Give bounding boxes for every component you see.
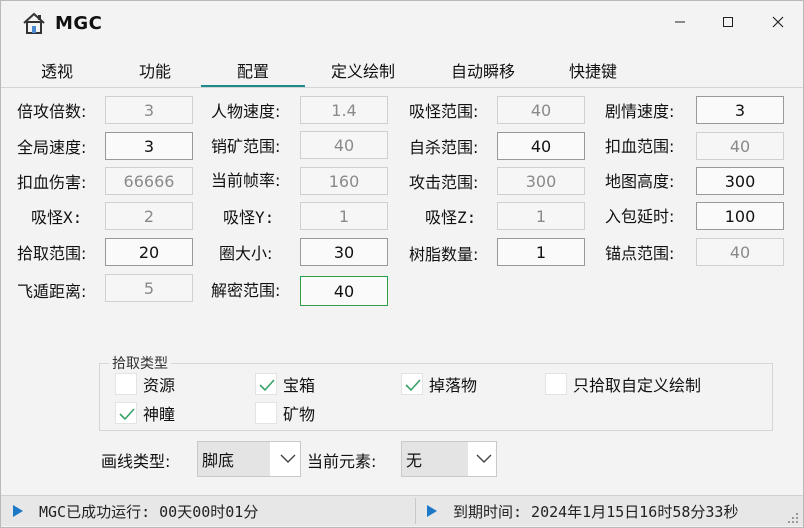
story-speed-field[interactable]: 3 bbox=[696, 96, 784, 124]
tab-perspective[interactable]: 透视 bbox=[5, 55, 109, 85]
global-speed-label: 全局速度: bbox=[17, 138, 87, 157]
pull-range-label: 吸怪范围: bbox=[409, 102, 479, 121]
drops-checkbox[interactable] bbox=[401, 373, 423, 395]
check-icon bbox=[259, 379, 275, 392]
ore-checkbox[interactable] bbox=[255, 402, 277, 424]
tab-auto-teleport[interactable]: 自动瞬移 bbox=[431, 55, 535, 85]
close-icon bbox=[772, 16, 784, 28]
pull-y-label: 吸怪Y: bbox=[223, 208, 275, 227]
pull-z-field[interactable]: 1 bbox=[497, 202, 585, 230]
minimize-icon bbox=[675, 21, 685, 23]
close-button[interactable] bbox=[761, 9, 795, 35]
tab-bar: 透视 功能 配置 定义绘制 自动瞬移 快捷键 bbox=[1, 55, 803, 88]
home-icon bbox=[23, 12, 45, 34]
current-element-value: 无 bbox=[402, 442, 468, 476]
chevron-down-icon bbox=[476, 454, 492, 463]
attack-range-label: 攻击范围: bbox=[409, 173, 479, 192]
resin-count-field[interactable]: 1 bbox=[497, 238, 585, 266]
blood-damage-field[interactable]: 66666 bbox=[105, 167, 193, 195]
attack-multiplier-label: 倍攻倍数: bbox=[17, 102, 87, 121]
resources-label: 资源 bbox=[143, 376, 176, 395]
story-speed-label: 剧情速度: bbox=[605, 102, 675, 121]
map-height-label: 地图高度: bbox=[605, 172, 675, 191]
pull-range-field[interactable]: 40 bbox=[497, 96, 585, 124]
status-bar: MGC已成功运行: 00天00时01分 到期时间: 2024年1月15日16时5… bbox=[1, 495, 803, 526]
mine-range-field[interactable]: 40 bbox=[300, 131, 388, 159]
circle-size-label: 圈大小: bbox=[219, 244, 273, 263]
pack-delay-field[interactable]: 100 bbox=[696, 202, 784, 230]
resin-count-label: 树脂数量: bbox=[409, 245, 479, 264]
resources-checkbox[interactable] bbox=[115, 373, 137, 395]
check-icon bbox=[119, 408, 135, 421]
character-speed-field[interactable]: 1.4 bbox=[300, 96, 388, 124]
character-speed-label: 人物速度: bbox=[211, 102, 281, 121]
blood-range-field[interactable]: 40 bbox=[696, 132, 784, 160]
suicide-range-label: 自杀范围: bbox=[409, 138, 479, 157]
drops-label: 掉落物 bbox=[429, 376, 478, 395]
ore-label: 矿物 bbox=[283, 405, 316, 424]
oculus-checkbox[interactable] bbox=[115, 402, 137, 424]
pickup-type-title: 拾取类型 bbox=[109, 353, 171, 373]
frame-rate-field[interactable]: 160 bbox=[300, 167, 388, 195]
current-element-label: 当前元素: bbox=[307, 452, 377, 471]
attack-multiplier-field[interactable]: 3 bbox=[105, 96, 193, 124]
line-type-value: 脚底 bbox=[198, 442, 270, 476]
check-icon bbox=[405, 379, 421, 392]
line-type-label: 画线类型: bbox=[101, 452, 171, 471]
pull-x-label: 吸怪X: bbox=[31, 208, 83, 227]
resize-grip-icon[interactable] bbox=[787, 512, 799, 524]
oculus-label: 神瞳 bbox=[143, 405, 176, 424]
decrypt-range-field[interactable]: 40 bbox=[300, 276, 388, 306]
global-speed-field[interactable]: 3 bbox=[105, 132, 193, 160]
custom-only-checkbox[interactable] bbox=[545, 373, 567, 395]
pack-delay-label: 入包延时: bbox=[605, 207, 675, 226]
anchor-range-field[interactable]: 40 bbox=[696, 238, 784, 266]
fly-distance-label: 飞遁距离: bbox=[17, 282, 87, 301]
current-element-select[interactable]: 无 bbox=[401, 441, 497, 477]
pickup-range-field[interactable]: 20 bbox=[105, 238, 193, 266]
title-bar: MGC bbox=[1, 1, 803, 45]
circle-size-field[interactable]: 30 bbox=[300, 238, 388, 266]
pull-x-field[interactable]: 2 bbox=[105, 202, 193, 230]
tab-custom-draw[interactable]: 定义绘制 bbox=[311, 55, 415, 85]
map-height-field[interactable]: 300 bbox=[696, 167, 784, 195]
tab-config[interactable]: 配置 bbox=[201, 55, 305, 87]
pull-y-field[interactable]: 1 bbox=[300, 202, 388, 230]
status-divider bbox=[415, 498, 416, 524]
pickup-range-label: 拾取范围: bbox=[17, 244, 87, 263]
minimize-button[interactable] bbox=[663, 9, 697, 35]
maximize-icon bbox=[723, 17, 733, 27]
attack-range-field[interactable]: 300 bbox=[497, 167, 585, 195]
pull-z-label: 吸怪Z: bbox=[425, 208, 477, 227]
chest-label: 宝箱 bbox=[283, 376, 316, 395]
play-icon bbox=[13, 505, 23, 517]
custom-only-label: 只拾取自定义绘制 bbox=[573, 376, 702, 395]
play-icon bbox=[427, 505, 437, 517]
status-runtime: MGC已成功运行: 00天00时01分 bbox=[39, 502, 259, 521]
maximize-button[interactable] bbox=[711, 9, 745, 35]
main-window: MGC 透视 功能 配置 定义绘制 自动瞬移 快捷键 倍攻倍数: 3 全局速度:… bbox=[0, 0, 804, 528]
chevron-down-icon bbox=[280, 454, 296, 463]
suicide-range-field[interactable]: 40 bbox=[497, 132, 585, 160]
chest-checkbox[interactable] bbox=[255, 373, 277, 395]
tab-hotkeys[interactable]: 快捷键 bbox=[541, 55, 645, 85]
status-expiry: 到期时间: 2024年1月15日16时58分33秒 bbox=[453, 502, 739, 521]
frame-rate-label: 当前帧率: bbox=[211, 171, 281, 190]
fly-distance-field[interactable]: 5 bbox=[105, 274, 193, 302]
decrypt-range-label: 解密范围: bbox=[211, 281, 281, 300]
blood-range-label: 扣血范围: bbox=[605, 137, 675, 156]
mine-range-label: 销矿范围: bbox=[211, 137, 281, 156]
app-title: MGC bbox=[55, 13, 103, 34]
line-type-select[interactable]: 脚底 bbox=[197, 441, 301, 477]
tab-features[interactable]: 功能 bbox=[103, 55, 207, 85]
anchor-range-label: 锚点范围: bbox=[605, 244, 675, 263]
blood-damage-label: 扣血伤害: bbox=[17, 173, 87, 192]
